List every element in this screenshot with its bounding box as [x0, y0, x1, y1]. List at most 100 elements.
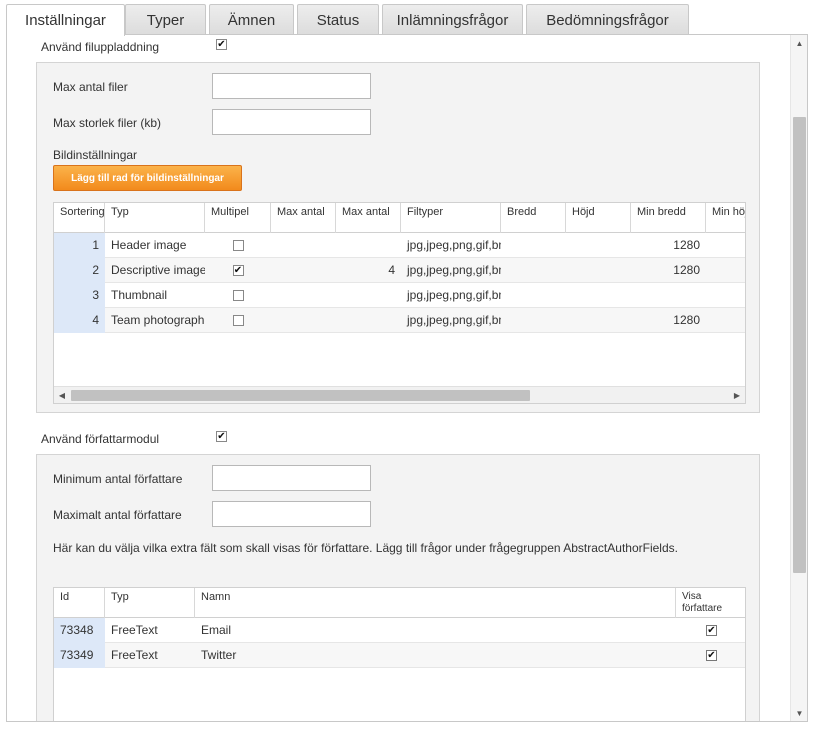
col-header-type[interactable]: Typ	[105, 203, 205, 233]
cell-type: Thumbnail	[111, 288, 168, 302]
file-upload-checkbox[interactable]: ✔	[216, 39, 227, 50]
show-author-checkbox[interactable]: ✔	[706, 650, 717, 662]
cell-max-count-1	[271, 258, 336, 283]
tab-settings[interactable]: Inställningar	[6, 4, 125, 36]
add-image-setting-row-button[interactable]: Lägg till rad för bildinställningar	[53, 165, 242, 191]
cell-name: Email	[201, 623, 232, 637]
table-row[interactable]: 73348 FreeText Email ✔	[54, 618, 745, 643]
table-row[interactable]: 3 Thumbnail jpg,jpeg,png,gif,bmp	[54, 283, 745, 308]
col-header-width[interactable]: Bredd	[501, 203, 566, 233]
cell-multiple: ✔	[205, 258, 271, 283]
cell-max-count-1	[271, 283, 336, 308]
cell-multiple	[205, 233, 271, 258]
table-row[interactable]: 4 Team photograph jpg,jpeg,png,gif,bmp 1…	[54, 308, 745, 333]
col-header-multiple[interactable]: Multipel	[205, 203, 271, 233]
table-row[interactable]: 1 Header image jpg,jpeg,png,gif,bmp 1280	[54, 233, 745, 258]
cell-show-author: ✔	[676, 643, 745, 668]
vertical-scrollbar[interactable]: ▲ ▼	[790, 35, 807, 721]
cell-width	[501, 233, 566, 258]
cell-id: 73349	[54, 643, 105, 668]
cell-sort: 1	[54, 233, 105, 258]
col-header-max-count-1[interactable]: Max antal	[271, 203, 336, 233]
max-authors-label: Maximalt antal författare	[53, 508, 182, 522]
author-module-panel: Minimum antal författare Maximalt antal …	[36, 454, 760, 721]
file-upload-panel: Max antal filer Max storlek filer (kb) B…	[36, 62, 760, 413]
scroll-down-icon[interactable]: ▼	[791, 705, 807, 721]
scroll-up-icon[interactable]: ▲	[791, 35, 807, 51]
max-files-input[interactable]	[212, 73, 371, 99]
min-authors-input[interactable]	[212, 465, 371, 491]
col-header-id[interactable]: Id	[54, 588, 105, 618]
col-header-min-width[interactable]: Min bredd	[631, 203, 706, 233]
col-header-sort[interactable]: Sortering	[54, 203, 105, 233]
cell-type: FreeText	[111, 623, 158, 637]
cell-max-count-2	[336, 308, 401, 333]
vertical-scroll-thumb[interactable]	[793, 117, 806, 573]
col-header-type[interactable]: Typ	[105, 588, 195, 618]
cell-max-count-1	[271, 308, 336, 333]
tab-topics[interactable]: Ämnen	[209, 4, 294, 35]
author-module-label: Använd författarmodul	[41, 432, 160, 446]
table-row[interactable]: 73349 FreeText Twitter ✔	[54, 643, 745, 668]
cell-height	[566, 308, 631, 333]
multiple-checkbox[interactable]	[232, 240, 244, 252]
image-settings-grid: Sortering Typ Multipel Max antal Max ant…	[53, 202, 746, 404]
cell-max-count-2: 4	[388, 263, 395, 277]
horizontal-scroll-thumb[interactable]	[71, 390, 530, 401]
cell-min-height	[706, 258, 745, 283]
multiple-checkbox[interactable]	[232, 290, 244, 302]
cell-min-width: 1280	[673, 313, 700, 327]
author-fields-grid: Id Typ Namn Visa författare 73348 FreeTe…	[53, 587, 746, 721]
scroll-left-icon[interactable]: ◀	[54, 387, 70, 403]
author-module-checkbox[interactable]: ✔	[216, 431, 227, 442]
cell-height	[566, 258, 631, 283]
cell-file-types: jpg,jpeg,png,gif,bmp	[407, 313, 501, 327]
cell-file-types: jpg,jpeg,png,gif,bmp	[407, 263, 501, 277]
cell-file-types: jpg,jpeg,png,gif,bmp	[407, 288, 501, 302]
min-authors-label: Minimum antal författare	[53, 472, 183, 486]
tab-submission-questions[interactable]: Inlämningsfrågor	[382, 4, 523, 35]
cell-width	[501, 308, 566, 333]
cell-min-height	[706, 308, 745, 333]
cell-min-height	[706, 283, 745, 308]
col-header-file-types[interactable]: Filtyper	[401, 203, 501, 233]
multiple-checkbox[interactable]	[232, 315, 244, 327]
tab-status[interactable]: Status	[297, 4, 379, 35]
cell-show-author: ✔	[676, 618, 745, 643]
cell-height	[566, 283, 631, 308]
cell-min-height	[706, 233, 745, 258]
max-file-size-input[interactable]	[212, 109, 371, 135]
col-header-min-height[interactable]: Min höjd	[706, 203, 745, 233]
settings-scroll-area[interactable]: Använd filuppladdning ✔ Max antal filer …	[6, 35, 808, 722]
cell-type: Header image	[111, 238, 187, 252]
cell-height	[566, 233, 631, 258]
col-header-show-author[interactable]: Visa författare	[676, 588, 745, 618]
cell-id: 73348	[54, 618, 105, 643]
cell-width	[501, 283, 566, 308]
col-header-max-count-2[interactable]: Max antal	[336, 203, 401, 233]
tab-types[interactable]: Typer	[125, 4, 206, 35]
cell-sort: 2	[54, 258, 105, 283]
table-row[interactable]: 2 Descriptive image ✔ 4 jpg,jpeg,png,gif…	[54, 258, 745, 283]
cell-width	[501, 258, 566, 283]
show-author-checkbox[interactable]: ✔	[706, 625, 717, 637]
cell-type: FreeText	[111, 648, 158, 662]
col-header-name[interactable]: Namn	[195, 588, 676, 618]
scroll-right-icon[interactable]: ▶	[729, 387, 745, 403]
cell-min-width: 1280	[673, 238, 700, 252]
max-file-size-label: Max storlek filer (kb)	[53, 116, 162, 130]
tab-review-questions[interactable]: Bedömningsfrågor	[526, 4, 689, 35]
max-files-label: Max antal filer	[53, 80, 128, 94]
cell-name: Twitter	[201, 648, 237, 662]
cell-multiple	[205, 308, 271, 333]
cell-type: Descriptive image	[111, 263, 205, 277]
cell-min-width	[631, 283, 706, 308]
multiple-checkbox[interactable]: ✔	[232, 265, 244, 277]
image-settings-label: Bildinställningar	[53, 148, 138, 162]
grid-horizontal-scrollbar[interactable]: ◀ ▶	[54, 386, 745, 403]
grid-header: Id Typ Namn Visa författare	[54, 588, 745, 618]
cell-file-types: jpg,jpeg,png,gif,bmp	[407, 238, 501, 252]
max-authors-input[interactable]	[212, 501, 371, 527]
col-header-height[interactable]: Höjd	[566, 203, 631, 233]
cell-sort: 3	[54, 283, 105, 308]
